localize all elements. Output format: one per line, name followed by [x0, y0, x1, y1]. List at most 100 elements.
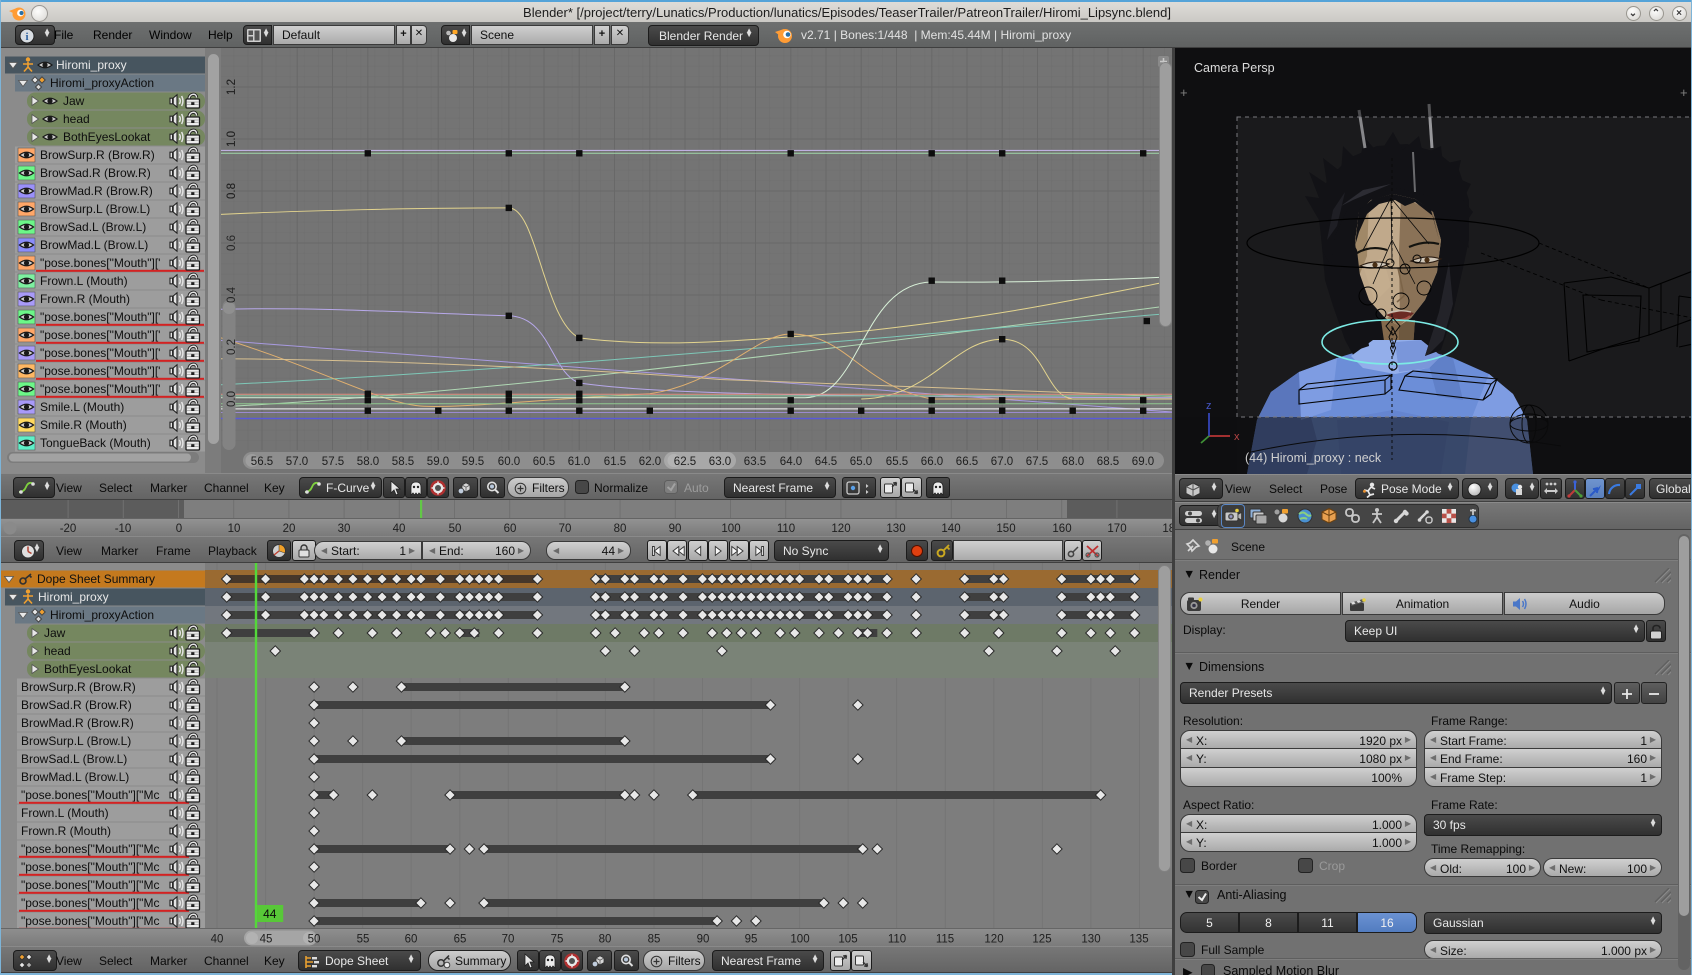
svg-text:63.5: 63.5 [744, 456, 766, 468]
svg-text:58.5: 58.5 [392, 456, 414, 468]
svg-text:70: 70 [559, 523, 572, 535]
svg-text:100: 100 [721, 523, 740, 535]
svg-text:0: 0 [176, 523, 182, 535]
svg-text:"pose.bones["Mouth"][': "pose.bones["Mouth"][' [40, 382, 160, 396]
svg-text:30: 30 [338, 523, 351, 535]
svg-text:62.0: 62.0 [639, 456, 661, 468]
svg-text:65.0: 65.0 [850, 456, 872, 468]
svg-text:56.5: 56.5 [251, 456, 273, 468]
svg-text:80: 80 [614, 523, 627, 535]
svg-text:60.5: 60.5 [533, 456, 555, 468]
svg-text:i: i [25, 31, 28, 43]
svg-text:z: z [1206, 400, 1212, 412]
svg-text:62.5: 62.5 [674, 456, 696, 468]
svg-text:"pose.bones["Mouth"][': "pose.bones["Mouth"][' [40, 328, 160, 342]
svg-text:Frown.L (Mouth): Frown.L (Mouth) [40, 274, 128, 288]
svg-text:BrowMad.R (Brow.R): BrowMad.R (Brow.R) [40, 184, 153, 198]
svg-text:Hiromi_proxy: Hiromi_proxy [38, 590, 109, 604]
svg-text:140: 140 [941, 523, 960, 535]
svg-text:BrowSad.R (Brow.R): BrowSad.R (Brow.R) [40, 166, 151, 180]
svg-text:80: 80 [599, 934, 612, 946]
svg-text:BrowSurp.R (Brow.R): BrowSurp.R (Brow.R) [40, 148, 155, 162]
svg-text:75: 75 [551, 934, 564, 946]
svg-text:64.5: 64.5 [815, 456, 837, 468]
svg-text:68.5: 68.5 [1097, 456, 1119, 468]
svg-text:1.0: 1.0 [226, 131, 238, 147]
svg-text:"pose.bones["Mouth"][': "pose.bones["Mouth"][' [40, 256, 160, 270]
svg-text:BrowSad.L (Brow.L): BrowSad.L (Brow.L) [40, 220, 146, 234]
svg-text:Camera Persp: Camera Persp [1194, 61, 1275, 75]
svg-text:BothEyesLookat: BothEyesLookat [63, 130, 151, 144]
svg-text:90: 90 [669, 523, 682, 535]
svg-text:105: 105 [838, 934, 857, 946]
svg-text:90: 90 [697, 934, 710, 946]
svg-text:(44) Hiromi_proxy : neck: (44) Hiromi_proxy : neck [1245, 451, 1382, 465]
svg-text:x: x [1234, 431, 1240, 443]
svg-text:55: 55 [357, 934, 370, 946]
svg-text:120: 120 [831, 523, 850, 535]
svg-text:20: 20 [283, 523, 296, 535]
svg-text:"pose.bones["Mouth"]["Mc: "pose.bones["Mouth"]["Mc [21, 878, 159, 892]
svg-text:"pose.bones["Mouth"]["Mc: "pose.bones["Mouth"]["Mc [21, 914, 159, 928]
svg-text:BrowSad.R (Brow.R): BrowSad.R (Brow.R) [21, 698, 132, 712]
svg-text:58.0: 58.0 [357, 456, 379, 468]
svg-text:0.4: 0.4 [226, 286, 238, 303]
svg-text:69.0: 69.0 [1132, 456, 1154, 468]
svg-text:65: 65 [454, 934, 467, 946]
svg-text:10: 10 [228, 523, 241, 535]
svg-text:85: 85 [648, 934, 661, 946]
svg-text:Hiromi_proxyAction: Hiromi_proxyAction [50, 608, 154, 622]
svg-text:135: 135 [1129, 934, 1148, 946]
svg-text:70: 70 [502, 934, 515, 946]
svg-text:115: 115 [936, 934, 954, 946]
svg-text:"pose.bones["Mouth"]["Mc: "pose.bones["Mouth"]["Mc [21, 860, 159, 874]
svg-text:Jaw: Jaw [63, 94, 85, 108]
svg-text:-10: -10 [115, 523, 132, 535]
svg-text:0.6: 0.6 [226, 235, 238, 251]
svg-text:"pose.bones["Mouth"]["Mc: "pose.bones["Mouth"]["Mc [21, 788, 159, 802]
svg-text:150: 150 [996, 523, 1015, 535]
svg-text:66.0: 66.0 [921, 456, 943, 468]
svg-text:45: 45 [260, 934, 273, 946]
svg-text:50: 50 [449, 523, 462, 535]
svg-text:"pose.bones["Mouth"][': "pose.bones["Mouth"][' [40, 346, 160, 360]
svg-text:+: + [1680, 85, 1688, 100]
svg-text:95: 95 [745, 934, 758, 946]
svg-text:1.2: 1.2 [226, 79, 238, 95]
svg-text:BrowSad.L (Brow.L): BrowSad.L (Brow.L) [21, 752, 127, 766]
svg-text:BrowSurp.L (Brow.L): BrowSurp.L (Brow.L) [40, 202, 150, 216]
svg-text:0.8: 0.8 [226, 183, 238, 199]
svg-text:130: 130 [1081, 934, 1100, 946]
svg-text:64.0: 64.0 [780, 456, 802, 468]
svg-text:100: 100 [790, 934, 809, 946]
svg-text:61.5: 61.5 [604, 456, 626, 468]
svg-text:61.0: 61.0 [568, 456, 590, 468]
svg-text:"pose.bones["Mouth"]["Mc: "pose.bones["Mouth"]["Mc [21, 896, 159, 910]
svg-text:130: 130 [886, 523, 905, 535]
svg-text:170: 170 [1107, 523, 1126, 535]
svg-text:Frown.R (Mouth): Frown.R (Mouth) [40, 292, 130, 306]
svg-text:BothEyesLookat: BothEyesLookat [44, 662, 132, 676]
svg-text:Frown.L (Mouth): Frown.L (Mouth) [21, 806, 109, 820]
svg-text:Jaw: Jaw [44, 626, 66, 640]
svg-text:40: 40 [393, 523, 406, 535]
svg-text:BrowSurp.R (Brow.R): BrowSurp.R (Brow.R) [21, 680, 136, 694]
svg-text:"pose.bones["Mouth"][': "pose.bones["Mouth"][' [40, 310, 160, 324]
svg-text:"pose.bones["Mouth"][': "pose.bones["Mouth"][' [40, 364, 160, 378]
svg-text:63.0: 63.0 [709, 456, 731, 468]
svg-text:head: head [44, 644, 71, 658]
svg-text:Dope Sheet Summary: Dope Sheet Summary [37, 572, 155, 586]
svg-text:110: 110 [777, 523, 795, 535]
svg-text:59.0: 59.0 [427, 456, 449, 468]
svg-text:160: 160 [1052, 523, 1071, 535]
svg-text:Hiromi_proxyAction: Hiromi_proxyAction [50, 76, 154, 90]
svg-text:50: 50 [308, 934, 321, 946]
svg-text:68.0: 68.0 [1062, 456, 1084, 468]
svg-text:110: 110 [888, 934, 906, 946]
svg-text:65.5: 65.5 [886, 456, 908, 468]
svg-text:60: 60 [504, 523, 517, 535]
svg-text:40: 40 [211, 934, 224, 946]
svg-text:67.0: 67.0 [991, 456, 1013, 468]
svg-text:57.0: 57.0 [286, 456, 308, 468]
svg-text:120: 120 [984, 934, 1003, 946]
